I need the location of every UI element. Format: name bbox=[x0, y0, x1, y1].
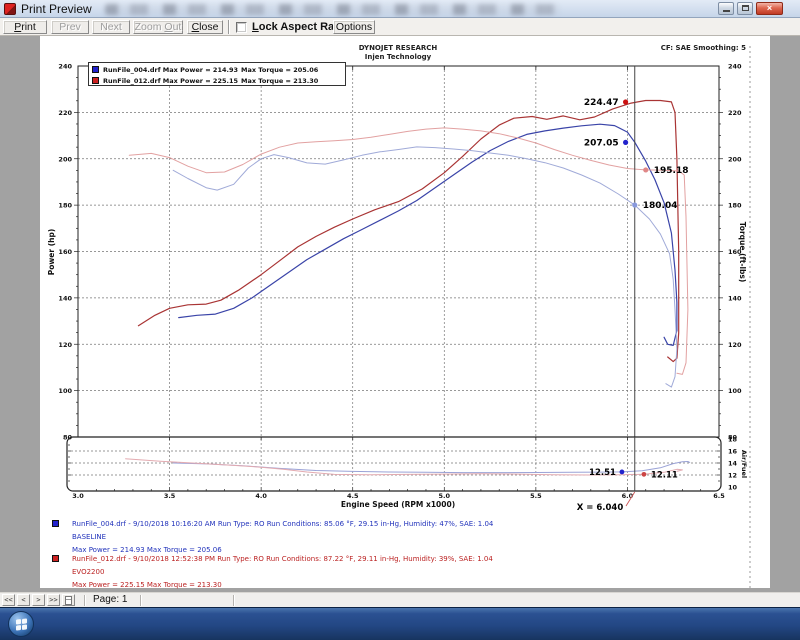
taskbar: e × 2:59 PM 12/12/2018 bbox=[0, 607, 800, 640]
last-page-button[interactable]: >> bbox=[47, 594, 60, 606]
run-line2: BASELINE bbox=[72, 531, 493, 544]
report-page: DYNOJET RESEARCH Injen Technology CF: SA… bbox=[40, 36, 770, 588]
legend-row-baseline: RunFile_004.drf Max Power = 214.93 Max T… bbox=[89, 65, 345, 75]
legend-torque-text: Max Torque = 213.30 bbox=[241, 77, 318, 85]
svg-text:140: 140 bbox=[728, 294, 742, 302]
statusbar-separator bbox=[140, 595, 142, 606]
page-icon-button[interactable] bbox=[62, 594, 75, 606]
svg-text:100: 100 bbox=[728, 387, 742, 395]
status-bar: << < > >> Page: 1 bbox=[0, 592, 800, 607]
chart-legend: RunFile_004.drf Max Power = 214.93 Max T… bbox=[88, 62, 346, 86]
report-header-line2: Injen Technology bbox=[365, 53, 432, 61]
svg-text:140: 140 bbox=[58, 294, 72, 302]
dynojet-app-icon bbox=[4, 3, 16, 15]
airfuel-axis-title: Air/Fuel bbox=[740, 450, 748, 478]
svg-text:200: 200 bbox=[58, 155, 72, 163]
svg-text:6.5: 6.5 bbox=[713, 492, 725, 500]
next-page-button[interactable]: > bbox=[32, 594, 45, 606]
power-axis-title: Power (hp) bbox=[47, 229, 56, 276]
svg-text:5.0: 5.0 bbox=[439, 492, 451, 500]
close-window-button[interactable]: × bbox=[756, 2, 783, 15]
run-line1: RunFile_012.drf - 9/10/2018 12:52:38 PM … bbox=[72, 553, 493, 566]
svg-text:240: 240 bbox=[58, 63, 72, 71]
page-icon bbox=[65, 596, 72, 605]
minimize-button[interactable] bbox=[718, 2, 734, 15]
legend-text: RunFile_012.drf Max Power = 225.15 bbox=[103, 77, 238, 85]
x-axis-title: Engine Speed (RPM x1000) bbox=[341, 500, 455, 509]
run-line1: RunFile_004.drf - 9/10/2018 10:16:20 AM … bbox=[72, 518, 493, 531]
run-swatch-red bbox=[52, 555, 59, 562]
next-button[interactable]: Next bbox=[92, 20, 130, 34]
legend-swatch-red bbox=[92, 77, 99, 84]
svg-text:160: 160 bbox=[728, 248, 742, 256]
title-bar: Print Preview × bbox=[0, 0, 800, 18]
svg-text:3.0: 3.0 bbox=[72, 492, 84, 500]
legend-swatch-blue bbox=[92, 66, 99, 73]
svg-text:195.18: 195.18 bbox=[654, 166, 689, 176]
close-preview-button[interactable]: Close bbox=[187, 20, 223, 34]
toolbar: Print Prev Next Zoom Out Close Lock Aspe… bbox=[0, 18, 800, 36]
print-button[interactable]: Print bbox=[3, 20, 47, 34]
svg-text:200: 200 bbox=[728, 155, 742, 163]
first-page-button[interactable]: << bbox=[2, 594, 15, 606]
run-line3: Max Power = 225.15 Max Torque = 213.30 bbox=[72, 579, 493, 592]
preview-area: DYNOJET RESEARCH Injen Technology CF: SA… bbox=[0, 36, 800, 592]
start-button[interactable] bbox=[8, 611, 34, 637]
svg-text:120: 120 bbox=[58, 341, 72, 349]
page-number-label: Page: 1 bbox=[93, 594, 127, 605]
svg-text:207.05: 207.05 bbox=[584, 138, 619, 148]
statusbar-separator bbox=[84, 595, 86, 606]
run-details-text: RunFile_012.drf - 9/10/2018 12:52:38 PM … bbox=[72, 553, 493, 592]
svg-text:12: 12 bbox=[728, 472, 737, 480]
redacted-title-text bbox=[105, 4, 560, 15]
print-preview-window: Print Preview × Print Prev Next Zoom Out… bbox=[0, 0, 800, 640]
svg-text:180: 180 bbox=[58, 202, 72, 210]
svg-text:100: 100 bbox=[58, 387, 72, 395]
svg-text:18: 18 bbox=[728, 436, 738, 444]
svg-text:180.04: 180.04 bbox=[643, 201, 678, 211]
prev-page-button[interactable]: < bbox=[17, 594, 30, 606]
svg-text:16: 16 bbox=[728, 448, 738, 456]
dyno-chart: DYNOJET RESEARCH Injen Technology CF: SA… bbox=[40, 36, 770, 588]
svg-text:4.0: 4.0 bbox=[255, 492, 267, 500]
legend-torque-text: Max Torque = 205.06 bbox=[241, 66, 318, 74]
report-header-line1: DYNOJET RESEARCH bbox=[359, 44, 438, 52]
svg-text:220: 220 bbox=[728, 109, 742, 117]
cursor-x-label: X = 6.040 bbox=[577, 503, 624, 513]
maximize-button[interactable] bbox=[737, 2, 753, 15]
statusbar-separator bbox=[233, 595, 235, 606]
svg-text:240: 240 bbox=[728, 63, 742, 71]
svg-text:12.11: 12.11 bbox=[651, 470, 678, 480]
lock-aspect-ratio-checkbox[interactable] bbox=[236, 22, 247, 33]
run-line2: EVO2200 bbox=[72, 566, 493, 579]
zoom-out-button[interactable]: Zoom Out bbox=[133, 20, 183, 34]
toolbar-separator bbox=[228, 20, 230, 34]
options-button[interactable]: Options bbox=[333, 20, 375, 34]
svg-text:12.51: 12.51 bbox=[589, 468, 616, 478]
legend-text: RunFile_004.drf Max Power = 214.93 bbox=[103, 66, 238, 74]
run-swatch-blue bbox=[52, 520, 59, 527]
prev-button[interactable]: Prev bbox=[51, 20, 89, 34]
svg-text:10: 10 bbox=[728, 484, 738, 492]
svg-text:4.5: 4.5 bbox=[347, 492, 359, 500]
legend-row-evo2200: RunFile_012.drf Max Power = 225.15 Max T… bbox=[89, 76, 345, 86]
svg-text:220: 220 bbox=[58, 109, 72, 117]
correction-smoothing-label: CF: SAE Smoothing: 5 bbox=[661, 44, 746, 52]
svg-text:180: 180 bbox=[728, 202, 742, 210]
windows-flag-icon bbox=[16, 618, 27, 630]
svg-text:3.5: 3.5 bbox=[164, 492, 176, 500]
svg-text:160: 160 bbox=[58, 248, 72, 256]
svg-text:120: 120 bbox=[728, 341, 742, 349]
svg-text:5.5: 5.5 bbox=[530, 492, 542, 500]
svg-text:14: 14 bbox=[728, 460, 738, 468]
run-details-text: RunFile_004.drf - 9/10/2018 10:16:20 AM … bbox=[72, 518, 493, 557]
svg-text:224.47: 224.47 bbox=[584, 98, 619, 108]
window-title: Print Preview bbox=[21, 2, 92, 16]
